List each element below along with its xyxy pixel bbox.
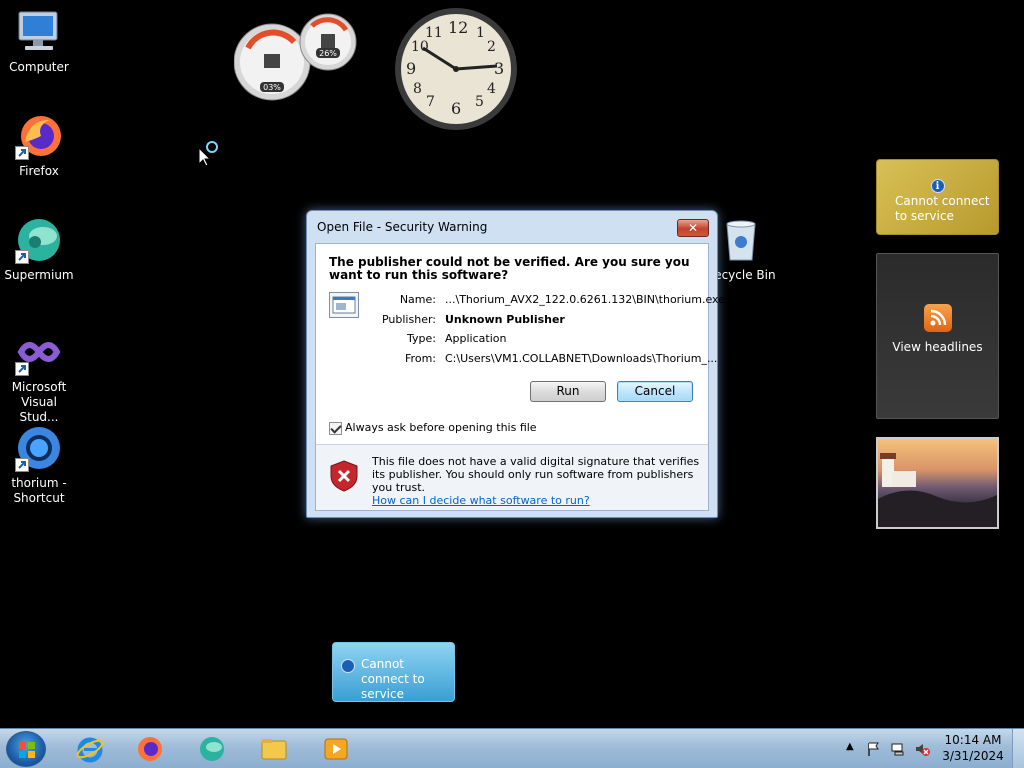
close-button[interactable]: ✕ [677, 219, 709, 237]
clock-numeral-2: 2 [487, 39, 496, 55]
mouse-cursor-icon [198, 140, 222, 169]
from-key: From: [405, 351, 436, 365]
clock-numeral-8: 8 [413, 81, 422, 97]
warning-section: This file does not have a valid digital … [316, 445, 708, 510]
folder-icon [261, 739, 287, 760]
shortcut-arrow-icon [15, 146, 29, 160]
cpu-meter-gadget[interactable]: 03% 26% [233, 8, 358, 104]
start-button[interactable] [6, 731, 46, 767]
weather-gadget-top[interactable]: i Cannot connect to service [876, 159, 999, 235]
recycle-bin-icon [717, 216, 765, 264]
desktop-icon-supermium[interactable]: Supermium [0, 216, 78, 283]
publisher-key: Publisher: [381, 312, 436, 326]
desktop-icon-label: Microsoft Visual Stud... [11, 380, 67, 424]
info-icon: i [930, 179, 945, 193]
volume-muted-icon[interactable] [914, 741, 930, 757]
taskbar: ▲ 10:14 AM 3/31/2024 [0, 728, 1024, 768]
clock-date: 3/31/2024 [942, 749, 1004, 763]
firefox-icon [138, 737, 162, 761]
feed-headlines-gadget[interactable]: View headlines [876, 253, 999, 419]
clock-numeral-3: 3 [494, 59, 505, 78]
view-headlines-link[interactable]: View headlines [877, 340, 998, 354]
clock-numeral-12: 12 [448, 18, 469, 37]
lighthouse-photo [878, 453, 997, 527]
warning-text-block: This file does not have a valid digital … [372, 455, 702, 507]
visual-studio-icon [15, 328, 63, 376]
clock-gadget[interactable]: 12 1 2 3 4 5 6 7 8 9 10 11 [393, 6, 519, 132]
security-warning-dialog[interactable]: Open File - Security Warning ✕ The publi… [306, 210, 725, 518]
desktop-icon-firefox[interactable]: Firefox [0, 112, 78, 179]
network-icon[interactable] [890, 741, 906, 757]
action-center-flag-icon[interactable] [866, 741, 882, 757]
name-key: Name: [399, 293, 436, 306]
ram-usage-label: 26% [319, 49, 337, 58]
cancel-button[interactable]: Cancel [617, 381, 693, 402]
clock-numeral-11: 11 [425, 25, 443, 41]
desktop-icon-computer[interactable]: Computer [0, 8, 78, 75]
system-clock[interactable]: 10:14 AM 3/31/2024 [934, 732, 1012, 764]
type-row: Type: Application [366, 329, 725, 349]
taskbar-supermium[interactable] [186, 731, 238, 767]
desktop-icon-label: Firefox [19, 164, 59, 178]
warning-message: This file does not have a valid digital … [372, 455, 700, 494]
run-button[interactable]: Run [530, 381, 606, 402]
clock-numeral-7: 7 [426, 94, 435, 110]
name-value: ...\Thorium_AVX2_122.0.6261.132\BIN\thor… [445, 293, 725, 306]
info-icon [341, 659, 355, 673]
from-value: C:\Users\VM1.COLLABNET\Downloads\Thorium… [445, 351, 718, 365]
supermium-icon [15, 216, 63, 264]
desktop-icon-label: Computer [9, 60, 69, 74]
help-link[interactable]: How can I decide what software to run? [372, 494, 590, 507]
name-row: Name: ...\Thorium_AVX2_122.0.6261.132\BIN… [366, 290, 725, 310]
taskbar-internet-explorer[interactable] [64, 731, 116, 767]
clock-time: 10:14 AM [944, 733, 1002, 747]
show-hidden-icons-arrow[interactable]: ▲ [846, 741, 862, 757]
shortcut-arrow-icon [15, 250, 29, 264]
taskbar-explorer[interactable] [248, 731, 300, 767]
weather-gadget-bottom[interactable]: Cannot connect to service [332, 642, 455, 702]
clock-numeral-5: 5 [475, 94, 484, 110]
always-ask-label[interactable]: Always ask before opening this file [345, 421, 537, 434]
windows-logo-icon [19, 742, 35, 758]
shortcut-arrow-icon [15, 458, 29, 472]
desktop-icon-label: thorium - Shortcut [11, 476, 67, 505]
desktop-icon-thorium[interactable]: thorium - Shortcut [0, 424, 78, 506]
dialog-titlebar[interactable]: Open File - Security Warning ✕ [307, 211, 717, 243]
clock-numeral-1: 1 [476, 25, 485, 41]
type-value: Application [445, 332, 507, 345]
computer-icon [15, 8, 63, 56]
dialog-body: The publisher could not be verified. Are… [315, 243, 725, 511]
from-row: From: C:\Users\VM1.COLLABNET\Downloads\Th… [366, 349, 725, 369]
internet-explorer-icon [76, 737, 104, 763]
desktop-icon-label: Supermium [4, 268, 74, 282]
application-file-icon [329, 292, 359, 318]
publisher-value: Unknown Publisher [445, 312, 565, 326]
show-desktop-button[interactable] [1012, 729, 1024, 768]
firefox-icon [15, 112, 63, 160]
taskbar-media-player[interactable] [310, 731, 362, 767]
always-ask-checkbox[interactable] [329, 421, 342, 435]
taskbar-firefox[interactable] [124, 731, 176, 767]
type-key: Type: [407, 332, 436, 345]
weather-status-text: Cannot connect to service [895, 194, 990, 223]
media-player-icon [324, 738, 348, 760]
shield-warning-icon [330, 460, 358, 492]
clock-numeral-10: 10 [411, 39, 429, 55]
clock-numeral-6: 6 [451, 99, 462, 118]
file-details: Name: ...\Thorium_AVX2_122.0.6261.132\BIN… [366, 290, 725, 368]
publisher-row: Publisher: Unknown Publisher [366, 310, 725, 330]
cpu-usage-label: 03% [263, 83, 281, 92]
always-ask-checkbox-row[interactable]: Always ask before opening this file [329, 421, 537, 435]
dialog-title: Open File - Security Warning [317, 220, 488, 234]
shortcut-arrow-icon [15, 362, 29, 376]
rss-icon [923, 304, 952, 332]
weather-status-text: Cannot connect to service [361, 657, 425, 701]
supermium-icon [200, 737, 224, 761]
thorium-icon [15, 424, 63, 472]
slideshow-gadget[interactable] [876, 437, 999, 529]
publisher-question: The publisher could not be verified. Are… [329, 255, 690, 282]
clock-numeral-9: 9 [406, 59, 417, 78]
clock-numeral-4: 4 [487, 81, 496, 97]
desktop-icon-visual-studio[interactable]: Microsoft Visual Stud... [0, 328, 78, 425]
